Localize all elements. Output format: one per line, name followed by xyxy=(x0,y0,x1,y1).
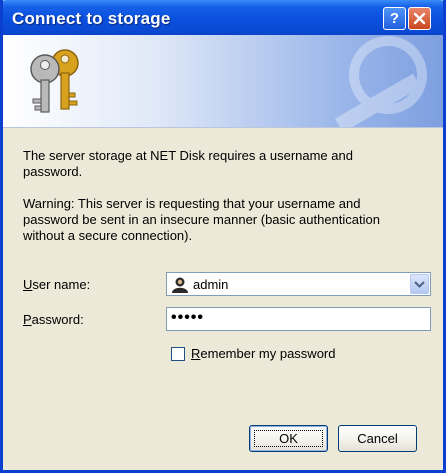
close-icon xyxy=(413,12,426,25)
help-button[interactable]: ? xyxy=(383,7,406,30)
password-label-text: assword: xyxy=(31,312,84,327)
cancel-button-label: Cancel xyxy=(357,431,398,446)
username-value: admin xyxy=(193,277,229,292)
server-message-line: password. xyxy=(23,164,83,179)
close-button[interactable] xyxy=(408,7,431,30)
cancel-button[interactable]: Cancel xyxy=(338,425,417,452)
password-value: ••••• xyxy=(171,309,205,326)
user-icon xyxy=(172,277,188,293)
remember-label-accel: R xyxy=(191,346,201,361)
server-message-line: The server storage at NET Disk requires … xyxy=(23,148,353,163)
title-bar[interactable]: Connect to storage ? xyxy=(3,0,443,38)
username-label: User name: xyxy=(23,277,90,292)
warning-line: without a secure connection). xyxy=(23,228,193,243)
username-combobox[interactable]: admin xyxy=(166,272,431,296)
chevron-down-icon xyxy=(414,281,425,288)
remember-password-checkbox[interactable] xyxy=(171,347,185,361)
banner-watermark xyxy=(335,36,427,127)
username-label-accel: U xyxy=(23,277,33,292)
server-message: The server storage at NET Disk requires … xyxy=(23,148,423,180)
warning-line: password be sent in an insecure manner (… xyxy=(23,212,380,227)
window-title: Connect to storage xyxy=(12,9,171,28)
remember-label-text: emember my password xyxy=(200,346,336,361)
warning-line: Warning: This server is requesting that … xyxy=(23,196,361,211)
keys-icon xyxy=(30,49,79,113)
username-dropdown-button[interactable] xyxy=(410,274,429,294)
ok-button[interactable]: OK xyxy=(249,425,328,452)
password-label: Password: xyxy=(23,312,84,327)
remember-password-label[interactable]: Remember my password xyxy=(191,346,336,361)
focus-rect xyxy=(254,430,323,447)
banner xyxy=(3,35,443,128)
username-label-text: ser name: xyxy=(32,277,91,292)
password-field[interactable]: ••••• xyxy=(166,307,431,331)
password-label-accel: P xyxy=(23,312,32,327)
warning-message: Warning: This server is requesting that … xyxy=(23,196,423,244)
connect-dialog: Connect to storage ? The server storage … xyxy=(0,0,446,473)
